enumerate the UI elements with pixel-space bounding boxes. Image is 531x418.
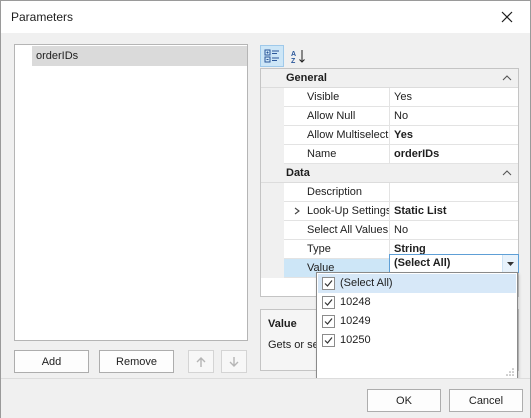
chevron-up-icon[interactable] [502, 169, 512, 177]
description-text: Gets or se [268, 339, 319, 351]
checkbox[interactable] [322, 277, 335, 290]
categorized-icon [264, 49, 279, 63]
property-row-select-all-values[interactable]: Select All Values No [261, 221, 518, 240]
checkmark-icon [324, 318, 333, 325]
checkbox[interactable] [322, 334, 335, 347]
property-name: Allow Multiselect [284, 126, 390, 145]
value-editor[interactable]: (Select All) [389, 254, 519, 273]
title-bar: Parameters [1, 1, 530, 33]
checkmark-icon [324, 280, 333, 287]
parameters-dialog: Parameters orderIDs Add Remove A Z Gener… [0, 0, 531, 418]
property-value[interactable]: orderIDs [390, 145, 518, 164]
move-up-button[interactable] [188, 350, 214, 373]
checkbox[interactable] [322, 296, 335, 309]
property-row-description[interactable]: Description [261, 183, 518, 202]
property-row-allow-multiselect[interactable]: Allow Multiselect Yes [261, 126, 518, 145]
value-dropdown-popup[interactable]: (Select All) 10248 10249 10250 [316, 272, 518, 380]
property-name: Allow Null [284, 107, 390, 126]
property-value[interactable] [390, 183, 518, 202]
dropdown-item-label: 10249 [340, 315, 371, 327]
parameter-item[interactable]: orderIDs [32, 46, 247, 66]
dropdown-item-label: 10248 [340, 296, 371, 308]
sort-alphabetical-icon: A Z [291, 50, 305, 64]
categorized-view-button[interactable] [260, 45, 284, 67]
property-value[interactable]: Yes [390, 88, 518, 107]
property-row-allow-null[interactable]: Allow Null No [261, 107, 518, 126]
category-label: General [286, 72, 327, 84]
dropdown-item-label: (Select All) [340, 277, 393, 289]
dropdown-item[interactable]: 10249 [318, 312, 516, 331]
remove-button[interactable]: Remove [99, 350, 174, 373]
chevron-down-icon [507, 261, 514, 266]
property-value[interactable]: Yes [390, 126, 518, 145]
dropdown-item[interactable]: (Select All) [318, 274, 516, 293]
move-down-button[interactable] [221, 350, 247, 373]
window-title: Parameters [11, 10, 74, 24]
cancel-button[interactable]: Cancel [449, 389, 523, 412]
property-name: Select All Values [284, 221, 390, 240]
checkbox[interactable] [322, 315, 335, 328]
property-name: Look-Up Settings [284, 202, 390, 221]
ok-button[interactable]: OK [367, 389, 441, 412]
property-row-name[interactable]: Name orderIDs [261, 145, 518, 164]
svg-text:A: A [291, 51, 296, 58]
property-name: Visible [284, 88, 390, 107]
alphabetical-view-button[interactable]: A Z [286, 45, 310, 67]
property-value[interactable]: No [390, 107, 518, 126]
svg-text:Z: Z [291, 58, 296, 64]
dropdown-button[interactable] [502, 255, 518, 272]
property-row-visible[interactable]: Visible Yes [261, 88, 518, 107]
close-icon [501, 11, 513, 23]
property-value[interactable]: Static List [390, 202, 518, 221]
checkmark-icon [324, 337, 333, 344]
parameter-item-label: orderIDs [36, 50, 79, 62]
description-title: Value [268, 318, 297, 330]
dropdown-item[interactable]: 10248 [318, 293, 516, 312]
property-row-look-up-settings[interactable]: Look-Up Settings Static List [261, 202, 518, 221]
arrow-up-icon [196, 356, 206, 367]
arrow-down-icon [229, 356, 239, 367]
dropdown-item[interactable]: 10250 [318, 331, 516, 350]
property-value[interactable]: No [390, 221, 518, 240]
add-button[interactable]: Add [14, 350, 89, 373]
category-general[interactable]: General [261, 69, 518, 88]
dropdown-item-label: 10250 [340, 334, 371, 346]
resize-grip-icon[interactable] [506, 368, 514, 376]
property-name: Name [284, 145, 390, 164]
category-data[interactable]: Data [261, 164, 518, 183]
property-name: Type [284, 240, 390, 259]
category-label: Data [286, 167, 310, 179]
value-editor-text: (Select All) [394, 257, 451, 269]
parameter-list[interactable]: orderIDs [14, 44, 248, 341]
close-button[interactable] [484, 1, 530, 33]
chevron-up-icon[interactable] [502, 74, 512, 82]
checkmark-icon [324, 299, 333, 306]
property-name: Description [284, 183, 390, 202]
